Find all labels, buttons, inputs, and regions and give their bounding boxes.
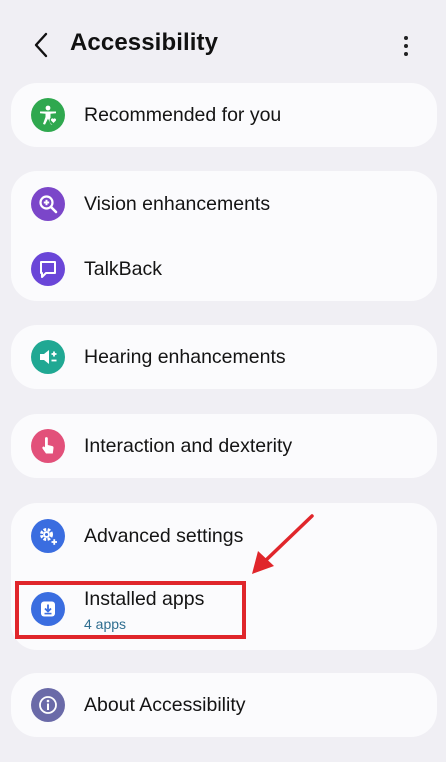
card-about: About Accessibility: [11, 673, 437, 737]
menu-item-interaction-dexterity[interactable]: Interaction and dexterity: [11, 414, 437, 478]
info-icon: [31, 688, 65, 722]
menu-item-label: Recommended for you: [84, 103, 282, 126]
menu-item-label: Advanced settings: [84, 524, 244, 547]
gear-plus-icon: [31, 519, 65, 553]
menu-item-hearing-enhancements[interactable]: Hearing enhancements: [11, 325, 437, 389]
menu-item-about-accessibility[interactable]: About Accessibility: [11, 673, 437, 737]
more-dot-icon: [404, 36, 408, 40]
card-recommended: Recommended for you: [11, 83, 437, 147]
menu-item-label: Hearing enhancements: [84, 345, 286, 368]
menu-item-recommended[interactable]: Recommended for you: [11, 83, 437, 147]
menu-item-talkback[interactable]: TalkBack: [11, 237, 437, 301]
card-interaction: Interaction and dexterity: [11, 414, 437, 478]
more-dot-icon: [404, 44, 408, 48]
touch-hand-icon: [31, 429, 65, 463]
menu-item-advanced-settings[interactable]: Advanced settings: [11, 504, 437, 568]
zoom-in-icon: [31, 187, 65, 221]
menu-item-label: Interaction and dexterity: [84, 434, 293, 457]
highlight-box: [15, 581, 246, 639]
talkback-icon: [31, 252, 65, 286]
menu-item-label: TalkBack: [84, 257, 163, 280]
accessibility-person-icon: [31, 98, 65, 132]
more-dot-icon: [404, 52, 408, 56]
card-vision-talkback: Vision enhancements TalkBack: [11, 171, 437, 301]
card-hearing: Hearing enhancements: [11, 325, 437, 389]
app-header: Accessibility: [0, 0, 446, 88]
menu-item-vision-enhancements[interactable]: Vision enhancements: [11, 172, 437, 236]
back-button[interactable]: [26, 30, 56, 60]
menu-item-label: About Accessibility: [84, 693, 246, 716]
more-options-button[interactable]: [392, 30, 420, 62]
menu-item-label: Vision enhancements: [84, 192, 271, 215]
volume-icon: [31, 340, 65, 374]
chevron-left-icon: [34, 32, 48, 58]
page-title: Accessibility: [70, 29, 219, 56]
annotation-arrow-icon: [252, 514, 314, 574]
